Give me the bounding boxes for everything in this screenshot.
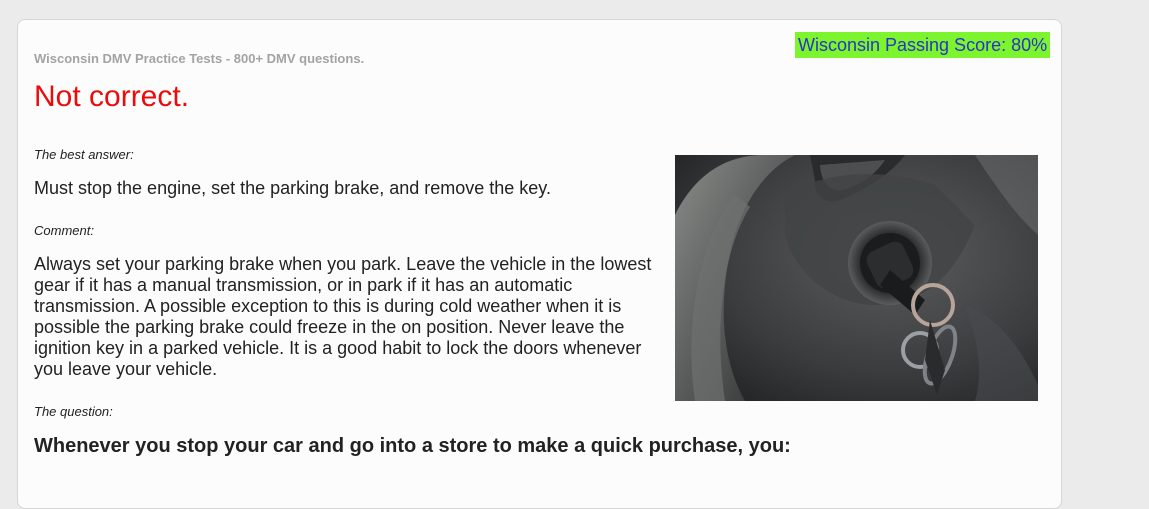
- site-title[interactable]: Wisconsin DMV Practice Tests - 800+ DMV …: [34, 51, 364, 66]
- question-text: Whenever you stop your car and go into a…: [34, 435, 791, 457]
- passing-score-badge: Wisconsin Passing Score: 80%: [795, 32, 1051, 58]
- result-card: Wisconsin DMV Practice Tests - 800+ DMV …: [17, 19, 1062, 509]
- question-label: The question:: [34, 404, 113, 419]
- comment-text: Always set your parking brake when you p…: [34, 254, 652, 379]
- comment-label: Comment:: [34, 223, 94, 238]
- ignition-key-photo: [675, 155, 1038, 401]
- best-answer-text: Must stop the engine, set the parking br…: [34, 178, 551, 198]
- result-heading: Not correct.: [34, 80, 190, 113]
- best-answer-label: The best answer:: [34, 147, 134, 162]
